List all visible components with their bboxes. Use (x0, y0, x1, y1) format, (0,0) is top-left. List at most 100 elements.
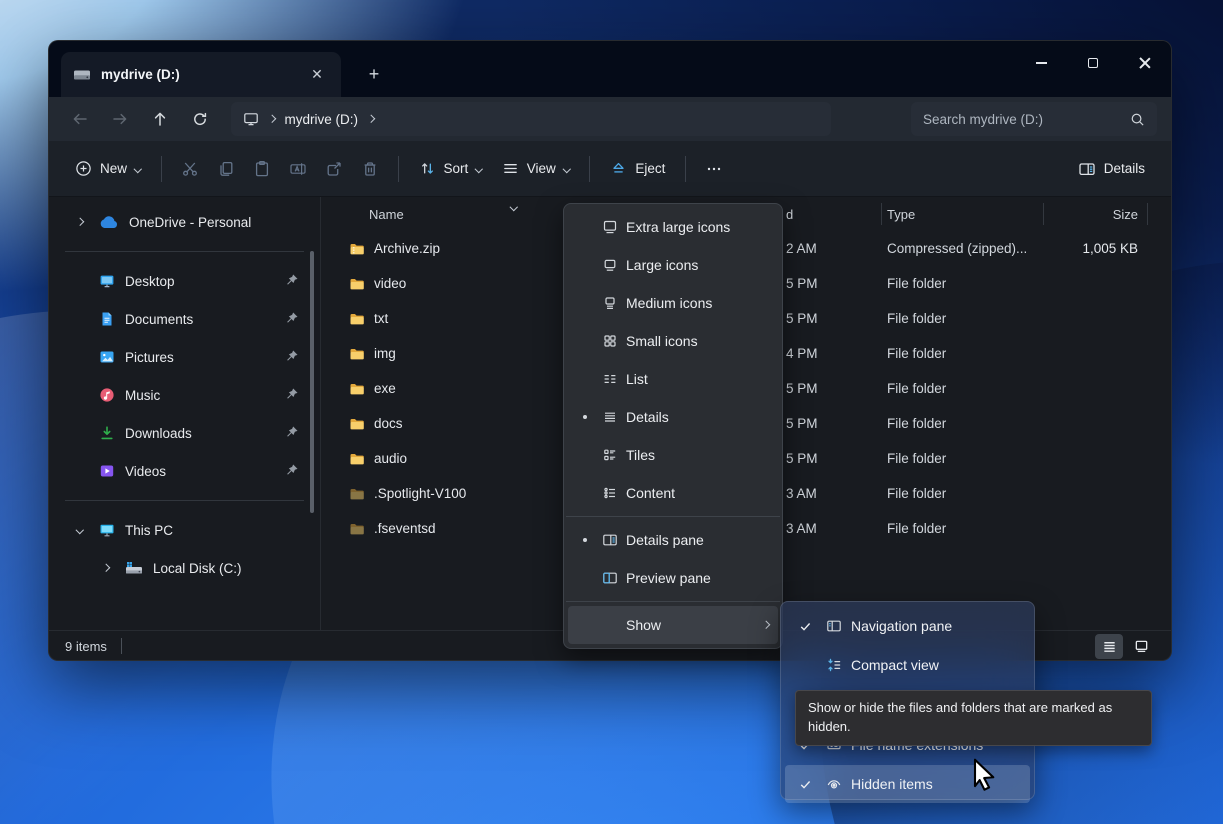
menu-item-preview-pane[interactable]: Preview pane (568, 559, 778, 597)
rename-button[interactable] (280, 152, 316, 186)
mouse-cursor (968, 757, 1000, 793)
search-input[interactable]: Search mydrive (D:) (911, 102, 1157, 136)
sidebar-item-videos[interactable]: Videos (55, 452, 314, 490)
eject-button[interactable]: Eject (600, 152, 675, 185)
column-header-date-fragment[interactable]: d (786, 207, 887, 222)
view-button[interactable]: View (492, 152, 580, 185)
column-header-type[interactable]: Type (887, 207, 1053, 222)
details-icon (594, 409, 626, 425)
paste-button[interactable] (244, 152, 280, 186)
file-date-fragment: 2 AM (786, 241, 887, 256)
column-separator[interactable] (1147, 203, 1148, 225)
folder-icon (349, 381, 365, 397)
new-tab-button[interactable]: + (359, 59, 389, 89)
maximize-icon (1088, 58, 1098, 68)
folder-icon (349, 346, 365, 362)
sidebar-item-documents[interactable]: Documents (55, 300, 314, 338)
navigation-pane-icon (817, 618, 851, 634)
minimize-icon (1036, 62, 1047, 63)
new-button-label: New (100, 161, 127, 176)
file-type: File folder (887, 276, 1053, 291)
file-name: .fseventsd (374, 521, 436, 536)
column-header-size[interactable]: Size (1053, 207, 1138, 222)
back-button[interactable] (63, 103, 97, 135)
sort-button[interactable]: Sort (409, 152, 492, 185)
file-name: exe (374, 381, 396, 396)
sidebar-item-local-disk-c[interactable]: Local Disk (C:) (55, 549, 314, 587)
hidden-folder-icon (349, 521, 365, 537)
search-icon (1130, 112, 1145, 127)
tooltip: Show or hide the files and folders that … (795, 690, 1152, 746)
submenu-item-navigation-pane[interactable]: Navigation pane (785, 607, 1030, 645)
menu-item-show[interactable]: Show (568, 606, 778, 644)
column-separator[interactable] (1043, 203, 1044, 225)
expand-chevron-icon[interactable] (76, 218, 84, 226)
sidebar-item-music[interactable]: Music (55, 376, 314, 414)
eye-icon (817, 776, 851, 792)
submenu-item-compact-view[interactable]: Compact view (785, 646, 1030, 684)
sidebar-item-label: Pictures (125, 350, 274, 365)
checkmark-icon (793, 620, 817, 633)
item-count: 9 items (65, 639, 107, 654)
view-button-label: View (527, 161, 556, 176)
column-separator[interactable] (881, 203, 882, 225)
collapse-chevron-icon[interactable] (76, 526, 84, 534)
sidebar-item-label: Videos (125, 464, 274, 479)
file-date-fragment: 5 PM (786, 276, 887, 291)
menu-item-large-icons[interactable]: Large icons (568, 246, 778, 284)
details-view-toggle[interactable] (1095, 634, 1123, 659)
view-icon (502, 160, 519, 177)
minimize-button[interactable] (1015, 41, 1067, 85)
more-options-button[interactable] (696, 152, 732, 186)
close-button[interactable] (1119, 41, 1171, 85)
sidebar-item-this-pc[interactable]: This PC (55, 511, 314, 549)
selected-bullet (583, 538, 587, 542)
pin-icon (284, 387, 300, 403)
menu-item-extra-large-icons[interactable]: Extra large icons (568, 208, 778, 246)
preview-pane-icon (594, 570, 626, 586)
sidebar-item-desktop[interactable]: Desktop (55, 262, 314, 300)
maximize-button[interactable] (1067, 41, 1119, 85)
menu-item-details[interactable]: Details (568, 398, 778, 436)
menu-separator (566, 516, 780, 517)
expand-chevron-icon[interactable] (102, 564, 110, 572)
pin-icon (284, 463, 300, 479)
sidebar-item-label: Documents (125, 312, 274, 327)
cut-button[interactable] (172, 152, 208, 186)
sidebar-item-onedrive[interactable]: OneDrive - Personal (55, 203, 314, 241)
menu-item-list[interactable]: List (568, 360, 778, 398)
details-pane-button[interactable]: Details (1068, 152, 1155, 186)
desktop: mydrive (D:) ✕ + (0, 0, 1223, 824)
file-date-fragment: 3 AM (786, 521, 887, 536)
sidebar-scrollbar[interactable] (310, 251, 314, 513)
menu-item-medium-icons[interactable]: Medium icons (568, 284, 778, 322)
file-name: audio (374, 451, 407, 466)
menu-item-small-icons[interactable]: Small icons (568, 322, 778, 360)
breadcrumb-location[interactable]: mydrive (D:) (285, 112, 359, 127)
menu-item-content[interactable]: Content (568, 474, 778, 512)
drive-icon (73, 69, 91, 81)
music-icon (99, 387, 115, 403)
sidebar-item-downloads[interactable]: Downloads (55, 414, 314, 452)
file-size: 1,005 KB (1053, 241, 1138, 256)
delete-button[interactable] (352, 152, 388, 186)
tab-mydrive[interactable]: mydrive (D:) ✕ (61, 52, 341, 97)
toolbar-divider (161, 156, 162, 182)
copy-button[interactable] (208, 152, 244, 186)
tab-close-icon[interactable]: ✕ (305, 63, 329, 87)
sidebar-item-pictures[interactable]: Pictures (55, 338, 314, 376)
large-icons-view-toggle[interactable] (1127, 634, 1155, 659)
compact-view-icon (817, 657, 851, 673)
forward-button[interactable] (103, 103, 137, 135)
menu-item-tiles[interactable]: Tiles (568, 436, 778, 474)
share-button[interactable] (316, 152, 352, 186)
new-button[interactable]: New (65, 152, 151, 185)
sidebar-divider (65, 251, 304, 252)
menu-item-details-pane[interactable]: Details pane (568, 521, 778, 559)
breadcrumb[interactable]: mydrive (D:) (231, 102, 831, 136)
up-button[interactable] (143, 103, 177, 135)
navigation-pane: OneDrive - Personal Desktop (49, 197, 321, 630)
refresh-button[interactable] (183, 103, 217, 135)
file-name: Archive.zip (374, 241, 440, 256)
pin-icon (284, 273, 300, 289)
